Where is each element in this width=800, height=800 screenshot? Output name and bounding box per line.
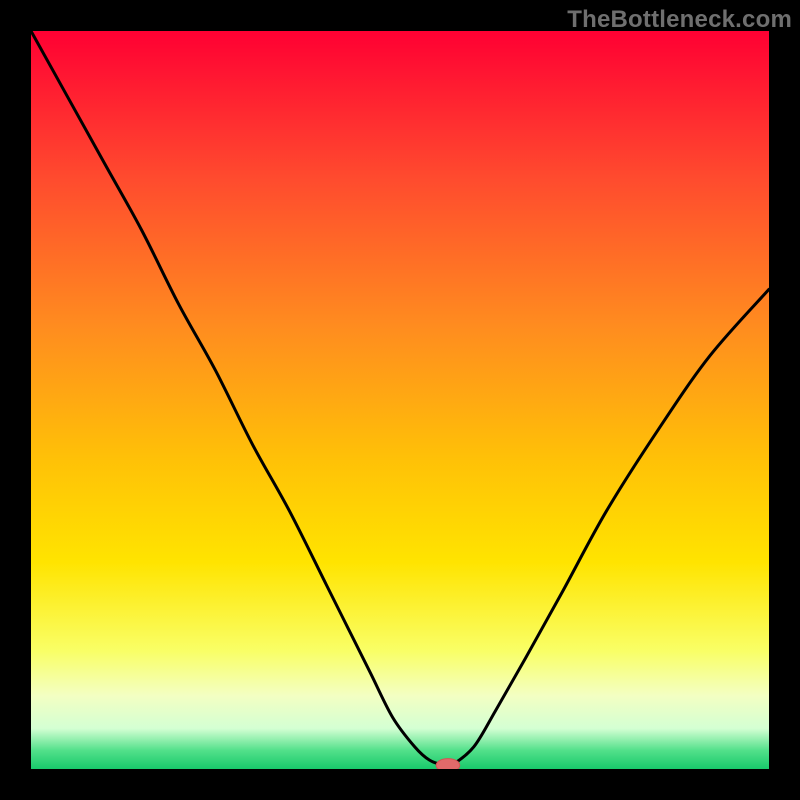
- plot-area: [31, 31, 769, 769]
- watermark-text: TheBottleneck.com: [567, 6, 792, 34]
- bottleneck-marker: [436, 759, 460, 769]
- chart-frame: TheBottleneck.com: [0, 0, 800, 800]
- gradient-background: [31, 31, 769, 769]
- chart-svg: [31, 31, 769, 769]
